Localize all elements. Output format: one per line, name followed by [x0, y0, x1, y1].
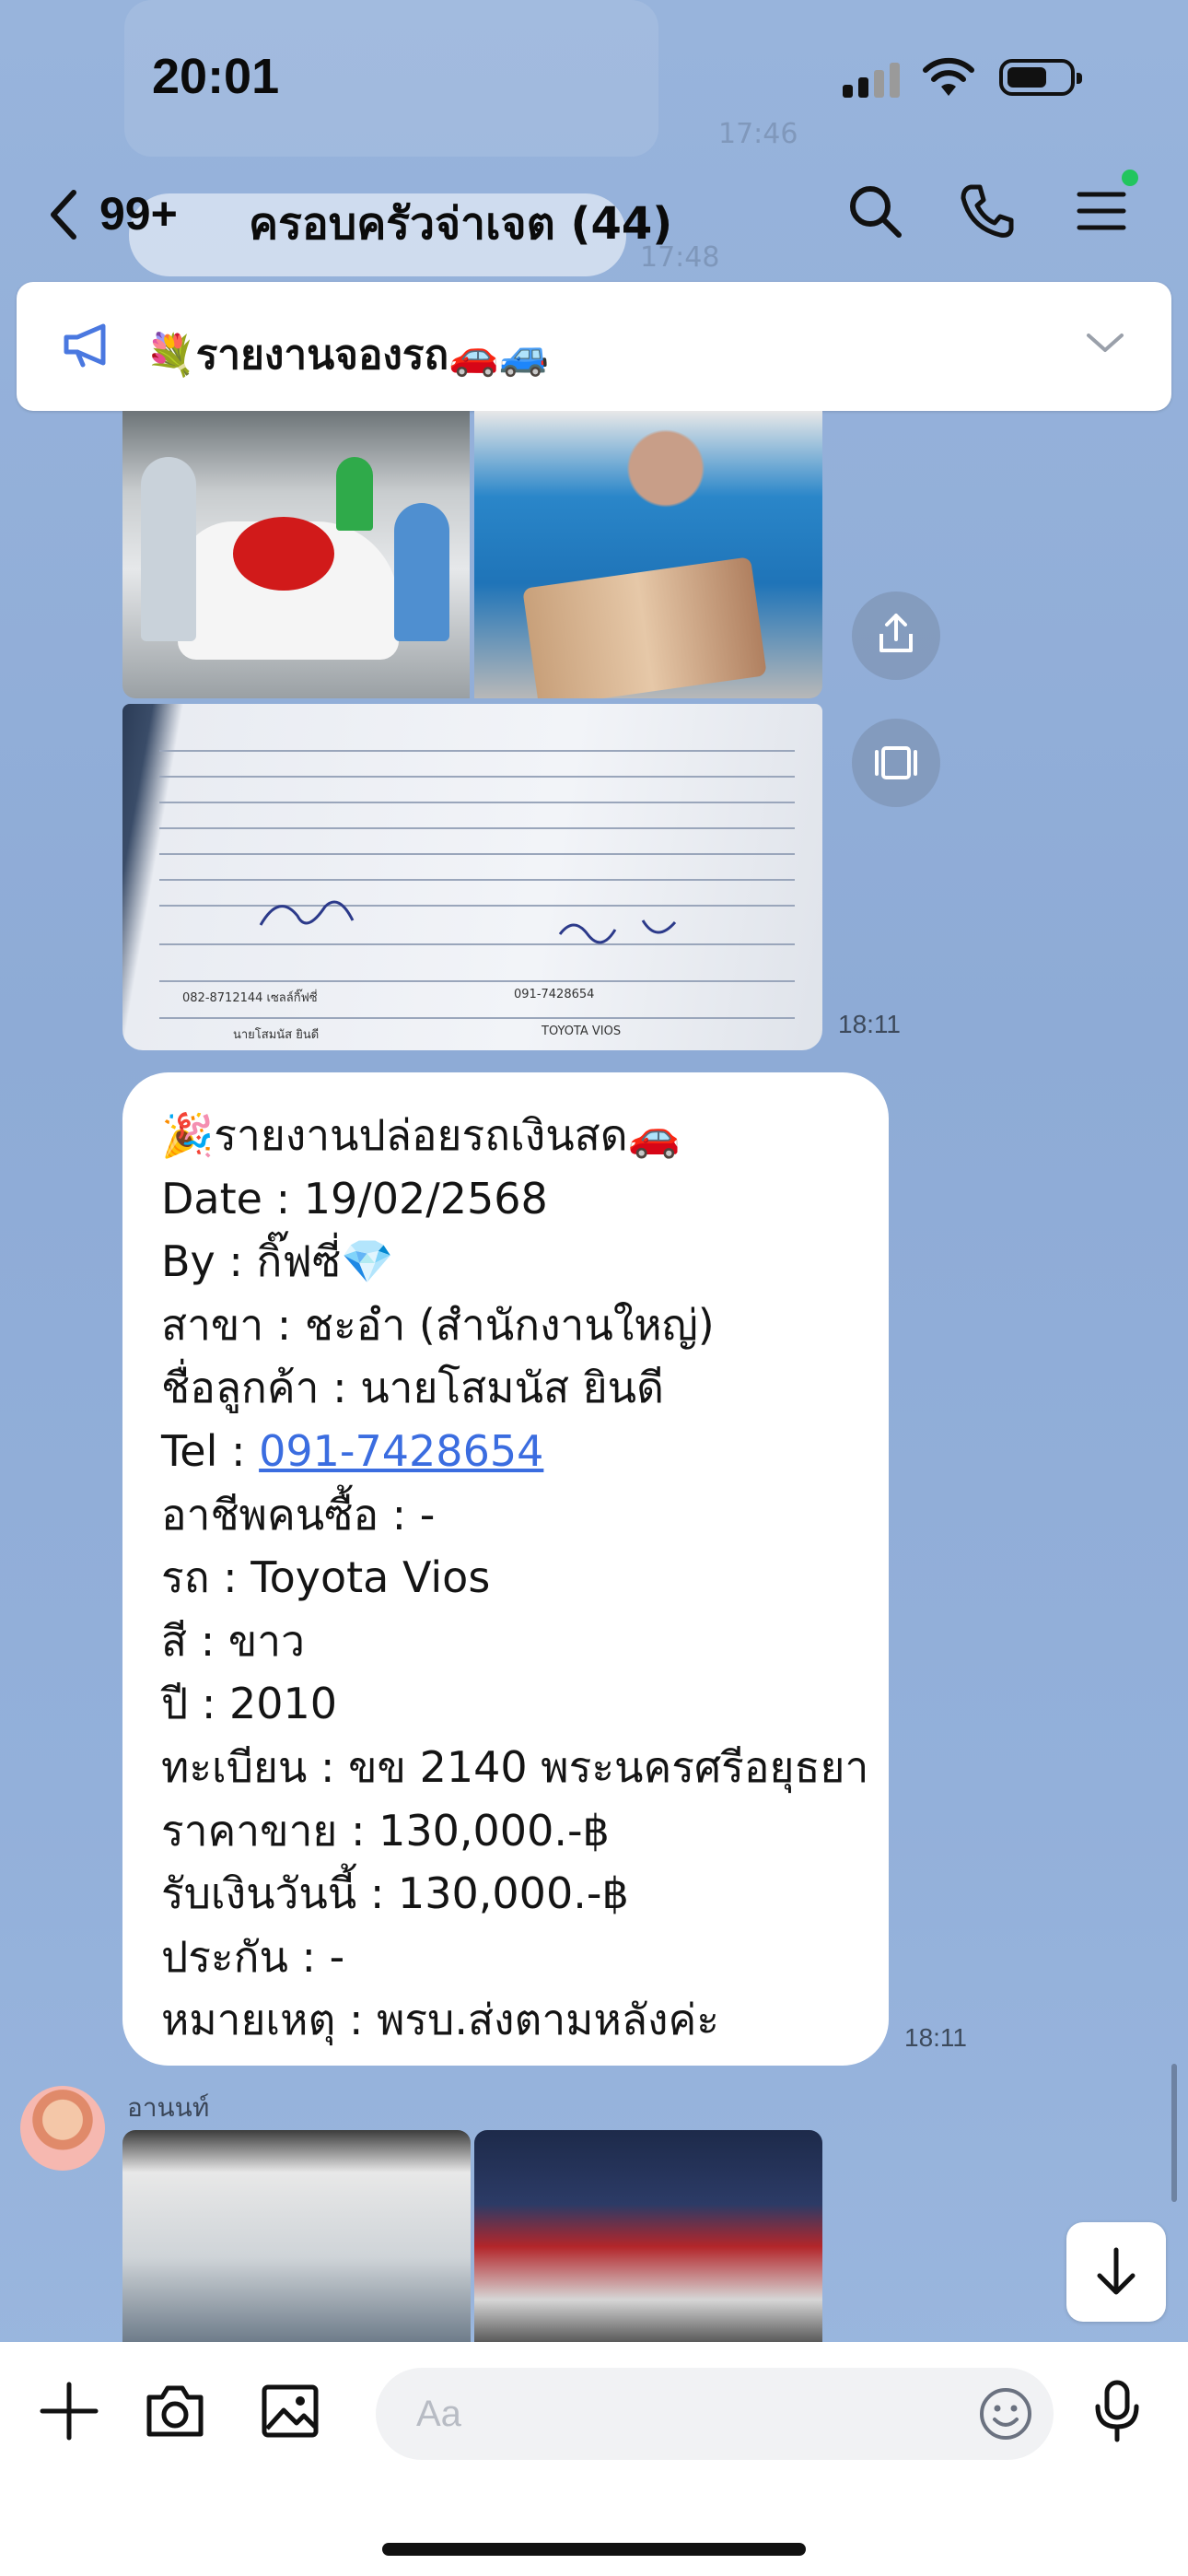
scroll-to-bottom-button[interactable]	[1066, 2222, 1166, 2322]
message-line: 🎉รายงานปล่อยรถเงินสด🚗	[161, 1110, 681, 1160]
message-bubble[interactable]: 🎉รายงานปล่อยรถเงินสด🚗 Date : 19/02/2568 …	[122, 1072, 889, 2066]
signature-mark	[259, 900, 355, 926]
message-body: 🎉รายงานปล่อยรถเงินสด🚗 Date : 19/02/2568 …	[161, 1104, 868, 2052]
battery-icon	[999, 59, 1082, 96]
status-bar: 20:01	[0, 0, 1188, 161]
phone-link[interactable]: 091-7428654	[259, 1426, 543, 1476]
emoji-icon[interactable]	[978, 2386, 1033, 2441]
message-line-tel: Tel : 091-7428654	[161, 1420, 868, 1483]
message-line: หมายเหตุ : พรบ.ส่งตามหลังค่ะ	[161, 1995, 719, 2045]
message-timestamp: 18:11	[904, 2023, 967, 2052]
album-timestamp: 18:11	[838, 1010, 901, 1038]
photo-dealership-sign[interactable]	[474, 2130, 822, 2342]
phone-icon[interactable]	[958, 181, 1017, 240]
message-input-bar: Aa	[0, 2342, 1188, 2576]
photo-car-delivery[interactable]	[122, 411, 470, 698]
announcement-banner[interactable]: 💐รายงานจองรถ🚗🚙	[17, 282, 1171, 411]
status-time: 20:01	[152, 49, 280, 104]
message-line: สี : ขาว	[161, 1615, 305, 1666]
message-line: สาขา : ชะอำ (สำนักงานใหญ่)	[161, 1299, 715, 1350]
megaphone-icon	[64, 323, 106, 368]
photo-showroom[interactable]	[122, 2130, 471, 2342]
message-input-placeholder: Aa	[416, 2394, 461, 2434]
message-line: Date : 19/02/2568	[161, 1173, 548, 1224]
image-icon[interactable]	[260, 2383, 320, 2440]
cellular-signal-icon	[843, 63, 905, 98]
photo-cash-payment[interactable]	[474, 411, 822, 698]
tel-label: Tel :	[161, 1425, 260, 1476]
message-line: ชื่อลูกค้า : นายโสมนัส ยินดี	[161, 1363, 664, 1413]
message-input[interactable]: Aa	[376, 2368, 1054, 2460]
scrollbar[interactable]	[1171, 2064, 1177, 2202]
share-button[interactable]	[852, 591, 940, 680]
online-indicator	[1122, 170, 1138, 186]
chat-header: 99+ ครอบครัวจ่าเจต (44)	[0, 161, 1188, 263]
message-line: อาชีพคนซื้อ : -	[161, 1489, 436, 1540]
arrow-down-icon	[1097, 2247, 1136, 2295]
announcement-text: 💐รายงานจองรถ🚗🚙	[146, 332, 550, 379]
gallery-icon	[875, 746, 917, 779]
photo-sales-document[interactable]: 082-8712144 เซลล์กิ๊ฟซี่ 091-7428654 นาย…	[122, 704, 822, 1050]
home-indicator	[382, 2543, 806, 2556]
doc-phone-seller: 091-7428654	[514, 988, 595, 1001]
plus-icon[interactable]	[39, 2381, 99, 2441]
message-line: ทะเบียน : ขข 2140 พระนครศรีอยุธยา	[161, 1741, 869, 1792]
wifi-icon	[923, 57, 974, 96]
message-line: By : กิ๊ฟซี่💎	[161, 1236, 394, 1287]
signature-mark	[558, 919, 677, 944]
camera-icon[interactable]	[144, 2383, 206, 2440]
doc-car-model: TOYOTA VIOS	[542, 1025, 622, 1038]
microphone-icon[interactable]	[1092, 2379, 1142, 2443]
share-icon	[879, 614, 913, 652]
group-title[interactable]: ครอบครัวจ่าเจต (44)	[249, 189, 672, 259]
message-line: ประกัน : -	[161, 1931, 345, 1982]
chevron-down-icon[interactable]	[1085, 330, 1125, 356]
message-line: รถ : Toyota Vios	[161, 1552, 491, 1603]
search-icon[interactable]	[845, 181, 904, 240]
album-view-button[interactable]	[852, 719, 940, 807]
message-line: ราคาขาย : 130,000.-฿	[161, 1805, 610, 1856]
avatar[interactable]	[20, 2086, 105, 2171]
sender-name: อานนท์	[127, 2092, 210, 2123]
message-line: รับเงินวันนี้ : 130,000.-฿	[161, 1868, 629, 1919]
doc-buyer-name: นายโสมนัส ยินดี	[233, 1028, 320, 1042]
message-line: ปี : 2010	[161, 1679, 338, 1729]
menu-icon[interactable]	[1076, 181, 1127, 240]
doc-phone-buyer: 082-8712144 เซลล์กิ๊ฟซี่	[182, 991, 318, 1005]
unread-count[interactable]: 99+	[99, 187, 178, 240]
back-icon[interactable]	[46, 187, 83, 242]
